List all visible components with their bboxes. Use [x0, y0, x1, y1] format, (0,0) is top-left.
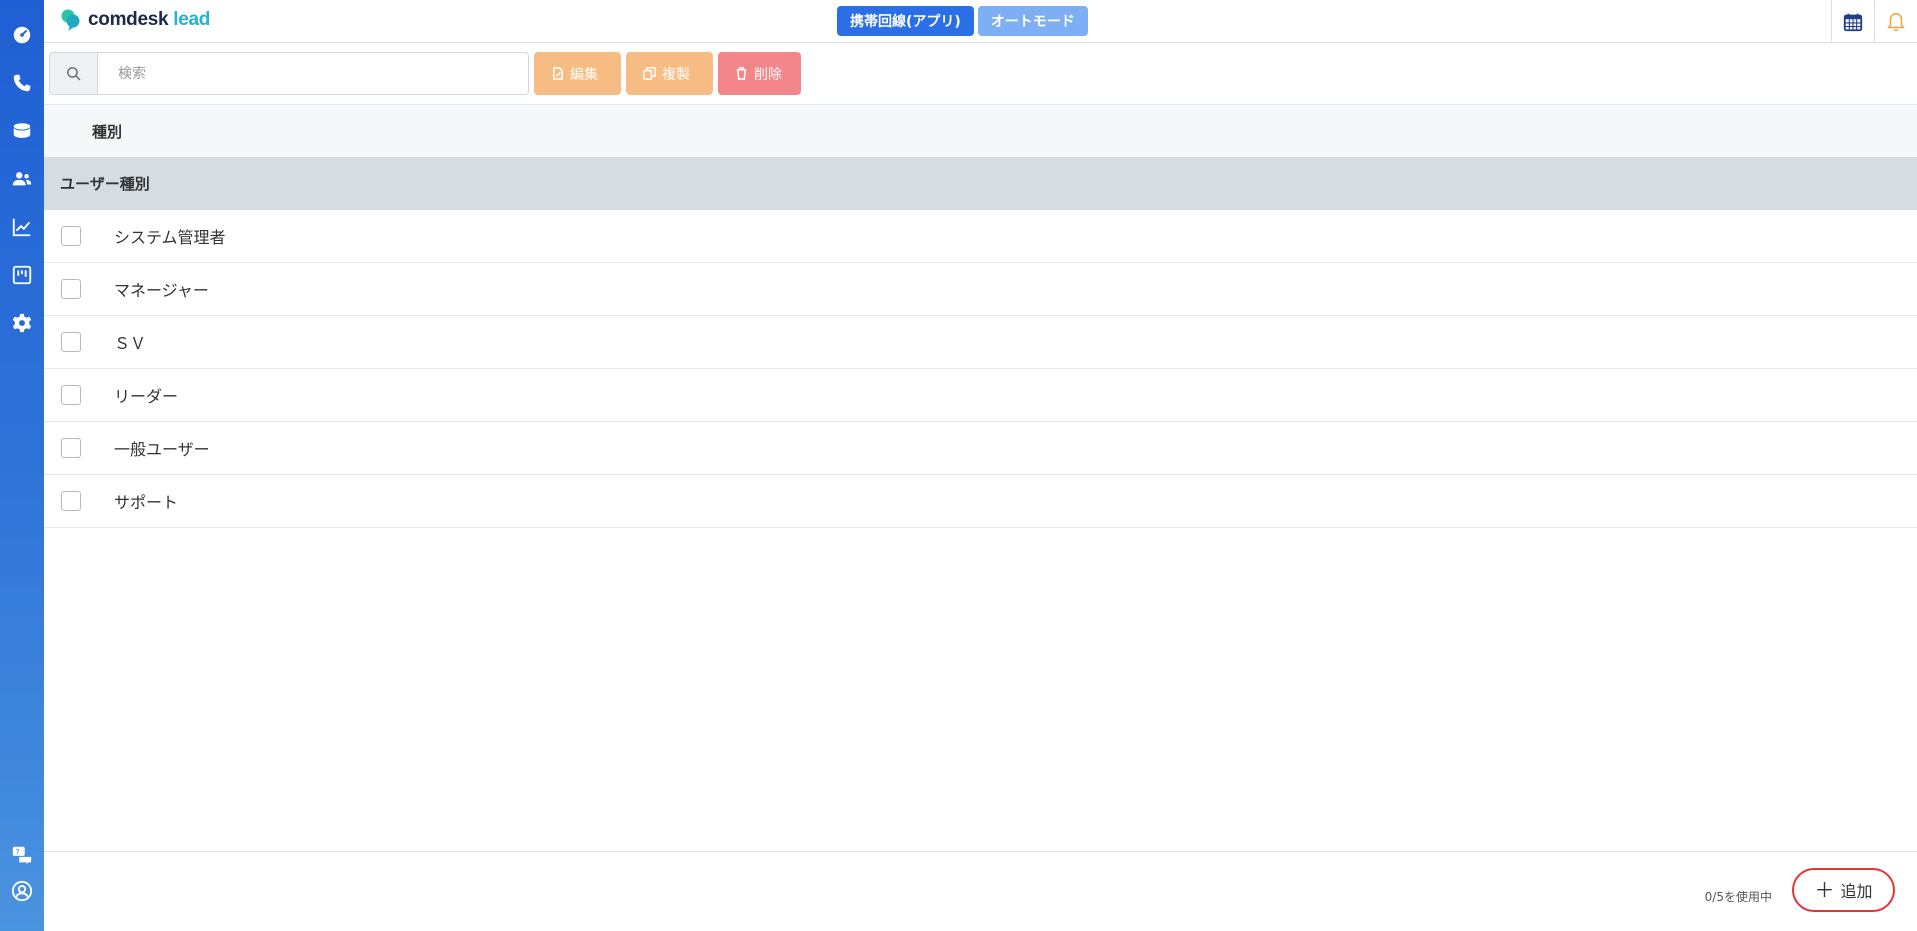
logo: comdesk lead: [60, 8, 210, 32]
table-row[interactable]: 一般ユーザー: [44, 422, 1917, 475]
copy-icon: [643, 67, 656, 80]
table-row[interactable]: リーダー: [44, 369, 1917, 422]
copy-button-label: 複製: [662, 66, 690, 83]
auto-mode-button[interactable]: オートモード: [977, 6, 1088, 36]
row-checkbox[interactable]: [61, 332, 81, 352]
group-row: ユーザー種別: [44, 157, 1917, 210]
delete-button-label: 削除: [754, 66, 782, 83]
chart-line-icon[interactable]: [0, 212, 44, 242]
add-button-label: 追加: [1840, 882, 1873, 901]
row-label: リーダー: [114, 387, 179, 406]
edit-button[interactable]: 編集: [534, 52, 621, 95]
svg-text:?: ?: [16, 847, 20, 856]
row-checkbox[interactable]: [61, 226, 81, 246]
row-checkbox[interactable]: [61, 438, 81, 458]
edit-button-label: 編集: [570, 66, 598, 83]
row-checkbox[interactable]: [61, 279, 81, 299]
table-row[interactable]: サポート: [44, 475, 1917, 528]
search-icon: [50, 53, 98, 94]
database-icon[interactable]: [0, 116, 44, 146]
row-label: 一般ユーザー: [114, 440, 210, 459]
group-label: ユーザー種別: [60, 175, 150, 193]
gear-icon[interactable]: [0, 308, 44, 338]
calendar-icon[interactable]: [1831, 0, 1874, 43]
mobile-line-button[interactable]: 携帯回線(アプリ): [837, 6, 974, 36]
users-icon[interactable]: [0, 164, 44, 194]
plus-icon: ＋: [1814, 878, 1835, 902]
row-label: ＳＶ: [114, 334, 147, 353]
mode-buttons: 携帯回線(アプリ) オートモード: [837, 6, 1088, 36]
add-button[interactable]: ＋ 追加: [1792, 868, 1895, 912]
usage-count: 0/5を使用中: [1704, 890, 1772, 904]
table-body: システム管理者 マネージャー ＳＶ リーダー 一般ユーザー サポート: [44, 210, 1917, 528]
edit-icon: [553, 67, 563, 80]
table-row[interactable]: マネージャー: [44, 263, 1917, 316]
table-row[interactable]: システム管理者: [44, 210, 1917, 263]
logo-text: comdesk lead: [88, 9, 211, 30]
row-label: マネージャー: [114, 281, 209, 300]
account-icon[interactable]: [0, 876, 44, 906]
row-label: サポート: [114, 493, 179, 512]
footer: 0/5を使用中 ＋ 追加: [44, 851, 1917, 931]
header: comdesk lead 携帯回線(アプリ) オートモード: [44, 0, 1917, 43]
search-box: [49, 52, 529, 95]
board-icon[interactable]: [0, 260, 44, 290]
search-input[interactable]: [98, 53, 528, 94]
table-header: 種別: [44, 104, 1917, 157]
trash-icon: [736, 67, 747, 80]
row-checkbox[interactable]: [61, 385, 81, 405]
phone-icon[interactable]: [0, 68, 44, 98]
help-chat-icon[interactable]: ?: [0, 840, 44, 870]
delete-button[interactable]: 削除: [718, 52, 801, 95]
logo-icon: [60, 8, 82, 32]
table-row[interactable]: ＳＶ: [44, 316, 1917, 369]
sidebar: ?: [0, 0, 44, 931]
row-label: システム管理者: [114, 228, 226, 247]
copy-button[interactable]: 複製: [626, 52, 713, 95]
row-checkbox[interactable]: [61, 491, 81, 511]
bell-icon[interactable]: [1874, 0, 1917, 43]
dashboard-icon[interactable]: [0, 20, 44, 50]
column-type-header: 種別: [92, 122, 123, 141]
toolbar: 編集 複製 削除: [44, 44, 1917, 104]
header-actions: [1831, 0, 1917, 43]
